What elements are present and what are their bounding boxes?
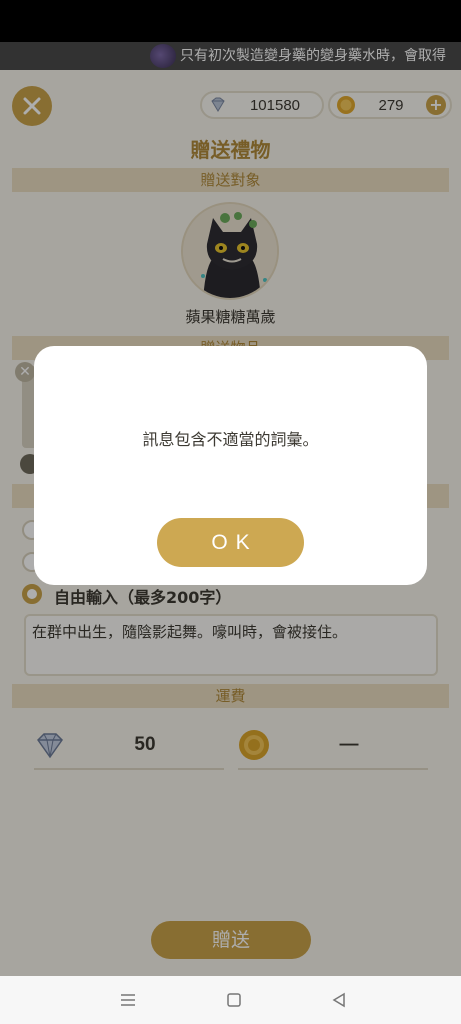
dialog-message: 訊息包含不適當的詞彙。 — [142, 430, 319, 449]
system-nav-bar — [0, 976, 461, 1024]
square-icon — [227, 993, 241, 1007]
home-button[interactable] — [224, 990, 244, 1010]
ok-button[interactable]: OK — [157, 518, 304, 567]
alert-dialog: 訊息包含不適當的詞彙。 OK — [34, 346, 427, 585]
back-triangle-icon — [332, 992, 345, 1008]
back-button[interactable] — [329, 990, 349, 1010]
recents-button[interactable] — [118, 990, 138, 1010]
menu-icon — [121, 994, 135, 1006]
